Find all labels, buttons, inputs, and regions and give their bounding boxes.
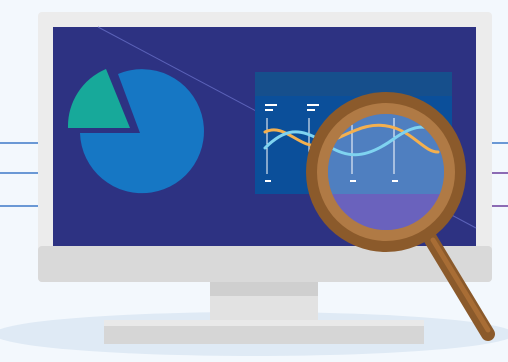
monitor-stand [104,282,424,344]
lens-tick-4 [392,180,398,182]
lens-tick-3 [350,180,356,182]
panel-dash-3 [307,104,319,106]
panel-dash-4 [307,109,315,111]
stand-base-top [104,320,424,326]
monitor-chin [38,246,492,282]
illustration-canvas [0,0,508,362]
tick-1 [265,180,271,182]
panel-dash-1 [265,104,277,106]
stand-neck-shade [210,282,318,296]
chart-panel-header [255,72,452,96]
monitor-illustration [0,12,508,356]
panel-dash-2 [265,109,273,111]
